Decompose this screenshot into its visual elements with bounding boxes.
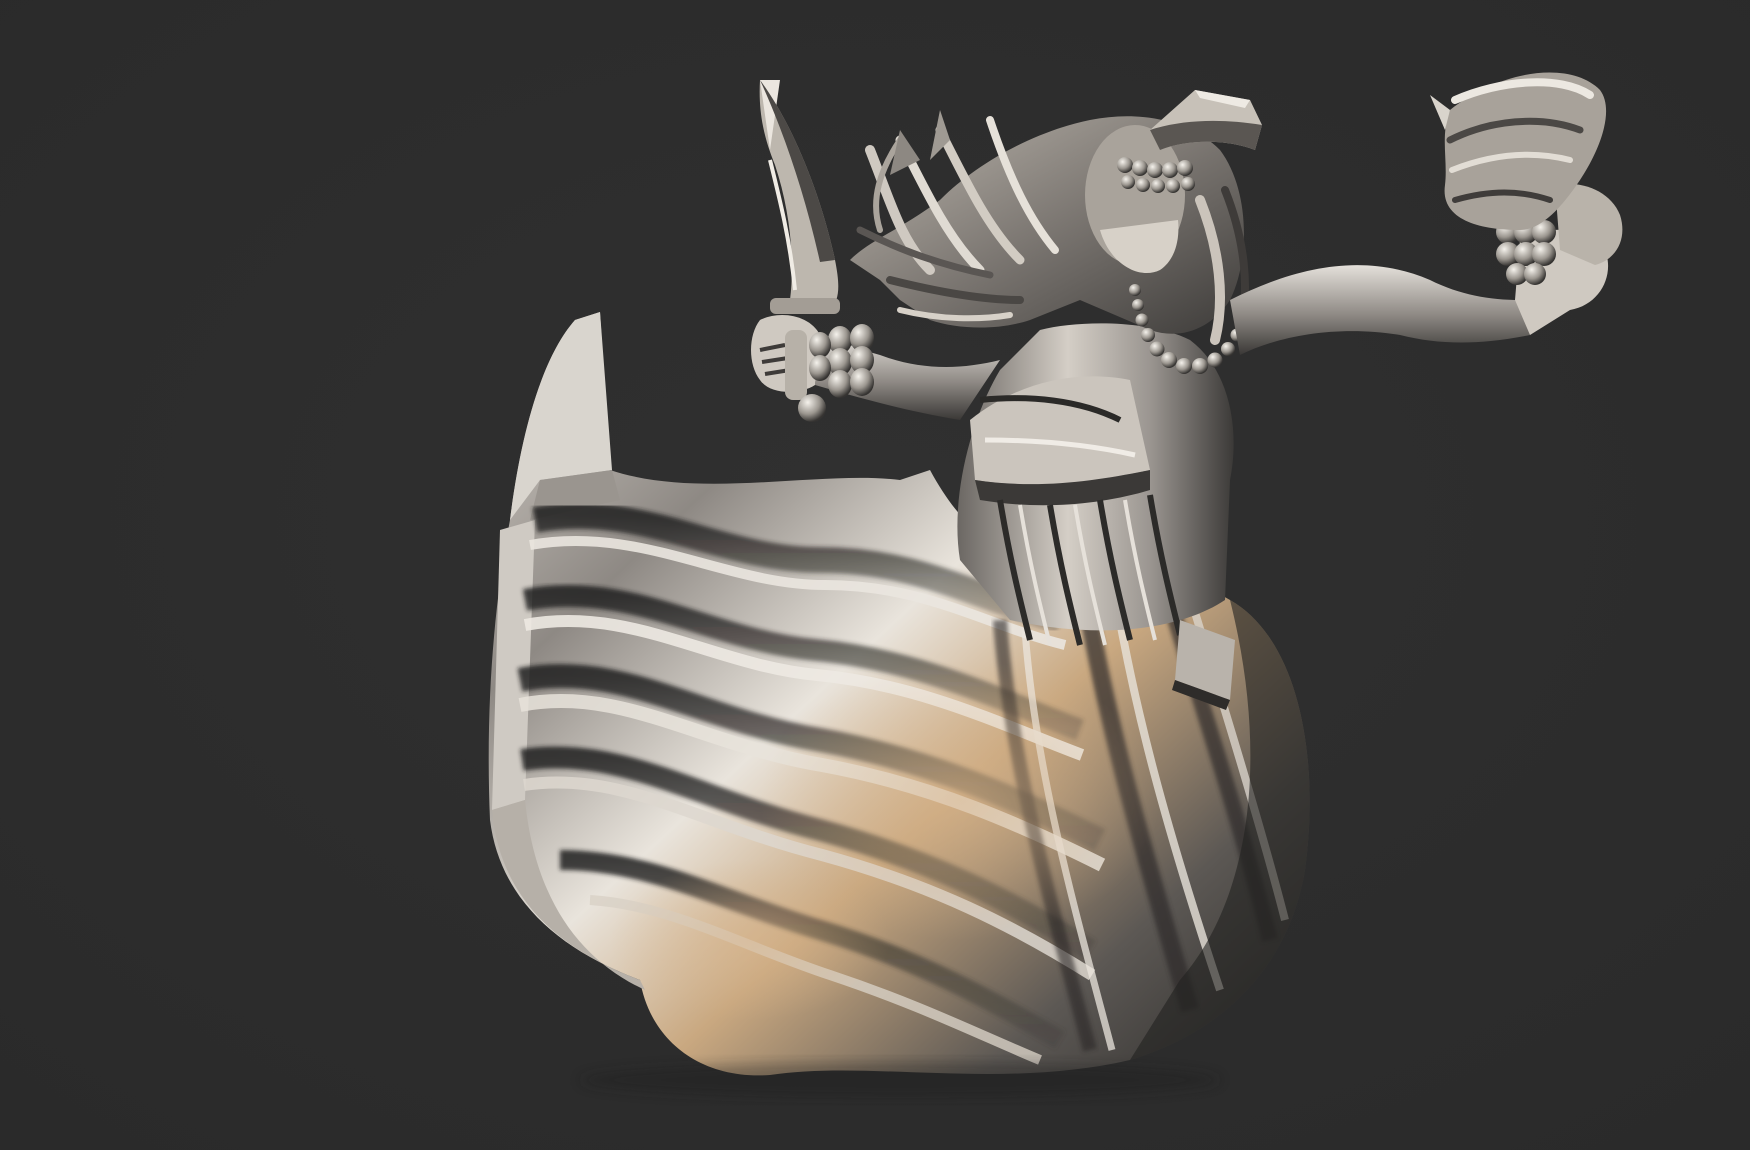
- flowing-hair: [850, 110, 1249, 345]
- sculpt-viewport[interactable]: [0, 0, 1750, 1150]
- sculpture-render: [0, 0, 1750, 1150]
